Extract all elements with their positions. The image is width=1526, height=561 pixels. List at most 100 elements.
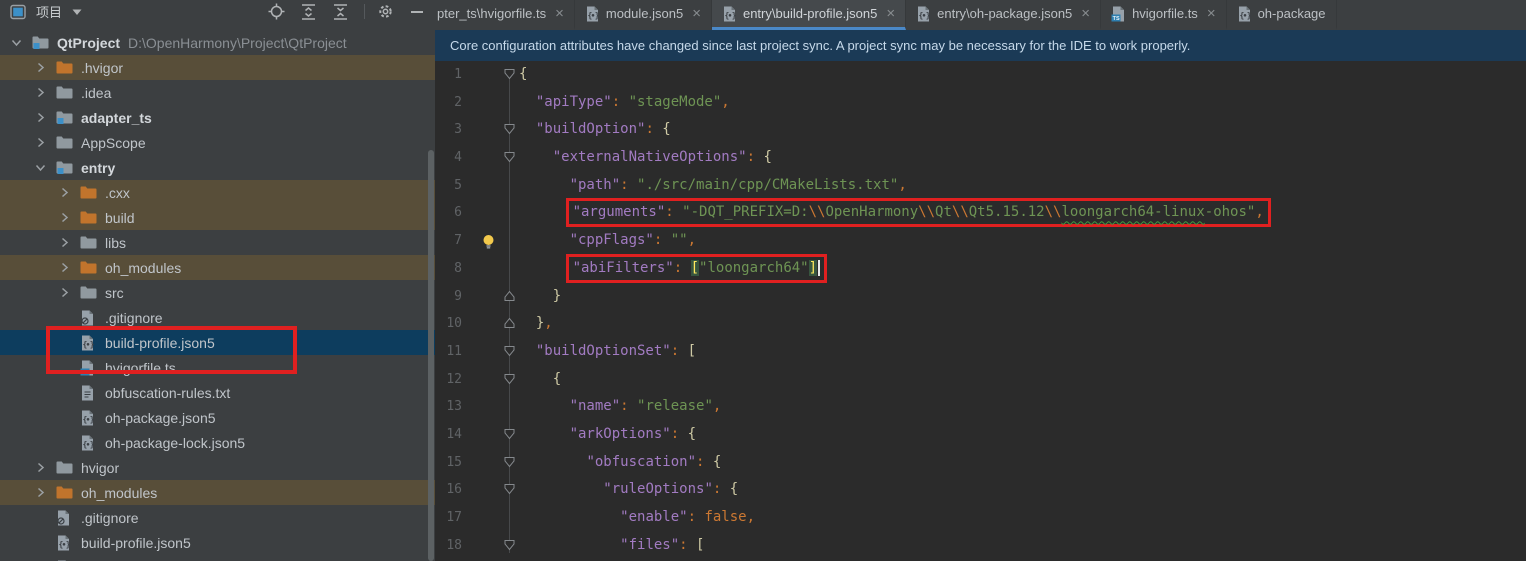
close-tab-icon[interactable]: ×: [1207, 6, 1216, 21]
code-text[interactable]: "externalNativeOptions": {: [519, 149, 772, 165]
code-text[interactable]: {: [519, 66, 527, 82]
tree-item-label: .idea: [81, 85, 111, 101]
chevron-right-icon[interactable]: [56, 237, 80, 248]
code-text[interactable]: "apiType": "stageMode",: [519, 94, 730, 110]
chevron-right-icon[interactable]: [32, 62, 56, 73]
code-text[interactable]: "arkOptions": {: [519, 426, 696, 442]
chevron-right-icon[interactable]: [56, 287, 80, 298]
editor-tab[interactable]: {}entry\build-profile.json5×: [712, 0, 906, 30]
close-tab-icon[interactable]: ×: [555, 6, 564, 21]
editor-tab[interactable]: pter_ts\hvigorfile.ts×: [435, 0, 575, 30]
hide-panel-icon[interactable]: [407, 2, 427, 22]
tree-item-.hvigor[interactable]: .hvigor: [0, 55, 435, 80]
fold-down-icon[interactable]: [502, 366, 516, 394]
code-text[interactable]: "buildOption": {: [519, 121, 671, 137]
tree-item-adapter_ts[interactable]: adapter_ts: [0, 105, 435, 130]
tree-item-label: .gitignore: [105, 310, 163, 326]
tree-item-AppScope[interactable]: AppScope: [0, 130, 435, 155]
editor-tab[interactable]: {}entry\oh-package.json5×: [906, 0, 1101, 30]
close-tab-icon[interactable]: ×: [1081, 6, 1090, 21]
expand-all-icon[interactable]: [298, 2, 318, 22]
code-text[interactable]: "buildOptionSet": [: [519, 343, 696, 359]
close-tab-icon[interactable]: ×: [886, 6, 895, 21]
code-text[interactable]: {: [519, 371, 561, 387]
chevron-down-icon[interactable]: [8, 37, 32, 48]
tree-item-label: obfuscation-rules.txt: [105, 385, 230, 401]
chevron-right-icon[interactable]: [32, 87, 56, 98]
project-view-label: 项目: [36, 2, 62, 21]
fold-up-icon[interactable]: [502, 283, 516, 311]
tree-item-oh-package-lock.json5[interactable]: {}oh-package-lock.json5: [0, 430, 435, 455]
fold-down-icon[interactable]: [502, 421, 516, 449]
tree-item-oh_modules[interactable]: oh_modules: [0, 480, 435, 505]
chevron-right-icon[interactable]: [32, 137, 56, 148]
tree-item-oh-package.json5[interactable]: {}oh-package.json5: [0, 405, 435, 430]
fold-down-icon[interactable]: [502, 476, 516, 504]
code-text[interactable]: "path": "./src/main/cpp/CMakeLists.txt",: [519, 177, 907, 193]
tree-item-build-profile.json5[interactable]: {}build-profile.json5: [0, 330, 435, 355]
svg-text:}: }: [595, 11, 600, 20]
fold-down-icon[interactable]: [502, 338, 516, 366]
tree-item-label: oh-package.json5: [105, 410, 216, 426]
chevron-right-icon[interactable]: [56, 262, 80, 273]
line-number: 13: [435, 393, 462, 421]
editor-tab[interactable]: {}oh-package: [1227, 0, 1337, 30]
tree-item-src[interactable]: src: [0, 280, 435, 305]
tree-item-.cxx[interactable]: .cxx: [0, 180, 435, 205]
editor-tab[interactable]: {}module.json5×: [575, 0, 712, 30]
tree-item-libs[interactable]: libs: [0, 230, 435, 255]
code-text[interactable]: "name": "release",: [519, 398, 721, 414]
tree-root-row[interactable]: QtProject D:\OpenHarmony\Project\QtProje…: [0, 30, 435, 55]
json5-file-icon: {}: [80, 334, 100, 351]
chevron-right-icon[interactable]: [56, 212, 80, 223]
folder-module-icon: [56, 109, 76, 126]
close-tab-icon[interactable]: ×: [692, 6, 701, 21]
code-text[interactable]: "obfuscation": {: [519, 454, 721, 470]
fold-down-icon[interactable]: [502, 449, 516, 477]
tree-item-obfuscation-rules.txt[interactable]: obfuscation-rules.txt: [0, 380, 435, 405]
code-text[interactable]: "files": [: [519, 537, 704, 553]
fold-down-icon[interactable]: [502, 144, 516, 172]
tree-item-.idea[interactable]: .idea: [0, 80, 435, 105]
collapse-all-icon[interactable]: [330, 2, 350, 22]
fold-up-icon[interactable]: [502, 310, 516, 338]
code-text[interactable]: "abiFilters": ["loongarch64"]: [519, 260, 827, 276]
tree-item-label: oh_modules: [81, 485, 157, 501]
tree-item-hvigorfile.ts[interactable]: TShvigorfile.ts: [0, 355, 435, 380]
tree-scrollbar-thumb[interactable]: [428, 150, 434, 561]
tree-item-.gitignore[interactable]: .gitignore: [0, 305, 435, 330]
json5-file-icon: {}: [80, 434, 100, 451]
tree-item-build[interactable]: build: [0, 205, 435, 230]
gitignore-file-icon: [80, 309, 100, 326]
tree-item-oh_modules[interactable]: oh_modules: [0, 255, 435, 280]
line-number: 11: [435, 338, 462, 366]
chevron-down-icon[interactable]: [32, 162, 56, 173]
code-text[interactable]: "enable": false,: [519, 509, 755, 525]
tree-item-entry[interactable]: entry: [0, 155, 435, 180]
settings-icon[interactable]: [375, 2, 395, 22]
tree-item-hvigor[interactable]: hvigor: [0, 455, 435, 480]
project-view-selector[interactable]: 项目: [8, 2, 82, 22]
code-text[interactable]: "arguments": "-DQT_PREFIX=D:\\OpenHarmon…: [519, 204, 1271, 220]
chevron-right-icon[interactable]: [56, 187, 80, 198]
fold-down-icon[interactable]: [502, 116, 516, 144]
chevron-right-icon[interactable]: [32, 487, 56, 498]
locate-file-icon[interactable]: [266, 2, 286, 22]
fold-down-icon[interactable]: [502, 532, 516, 560]
tree-item-build-profile.json5[interactable]: {}build-profile.json5: [0, 530, 435, 555]
chevron-right-icon[interactable]: [32, 462, 56, 473]
tab-label: hvigorfile.ts: [1132, 6, 1198, 21]
tree-item-label: oh_modules: [105, 260, 181, 276]
code-line: 8 "abiFilters": ["loongarch64"]: [435, 255, 1526, 283]
fold-down-icon[interactable]: [502, 61, 516, 89]
code-text[interactable]: }: [519, 288, 561, 304]
code-editor[interactable]: 1{2 "apiType": "stageMode",3 "buildOptio…: [435, 61, 1526, 561]
code-text[interactable]: "cppFlags": "",: [519, 232, 696, 248]
code-text[interactable]: "ruleOptions": {: [519, 481, 738, 497]
tree-item-partial[interactable]: TS: [0, 555, 435, 561]
editor-tab[interactable]: TShvigorfile.ts×: [1101, 0, 1227, 30]
chevron-right-icon[interactable]: [32, 112, 56, 123]
tree-item-.gitignore[interactable]: .gitignore: [0, 505, 435, 530]
code-text[interactable]: },: [519, 315, 553, 331]
json5-file-icon: {}: [585, 6, 600, 22]
